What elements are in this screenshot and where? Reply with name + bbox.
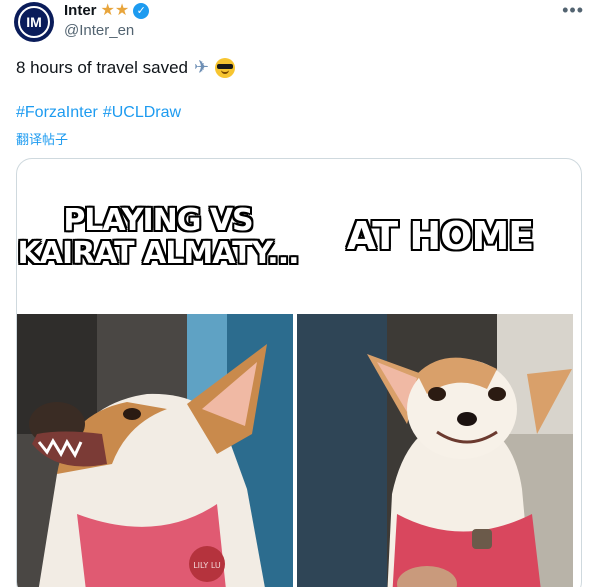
hashtags: #ForzaInter #UCLDraw xyxy=(16,104,181,122)
happy-chihuahua-image xyxy=(297,314,573,587)
avatar[interactable]: IM xyxy=(14,2,54,42)
display-name[interactable]: Inter xyxy=(64,2,97,19)
meme-caption-right: AT HOME xyxy=(299,159,581,314)
inter-logo-icon: IM xyxy=(18,6,50,38)
verified-badge-icon: ✓ xyxy=(133,2,150,19)
meme-caption-left: PLAYING VS KAIRAT ALMATY... xyxy=(17,159,299,314)
meme-caption-line: KAIRAT ALMATY... xyxy=(17,235,299,271)
sunglasses-emoji-icon xyxy=(215,57,236,78)
meme-caption-line: AT HOME xyxy=(346,214,534,258)
svg-text:IM: IM xyxy=(26,14,42,30)
hashtag-link[interactable]: #ForzaInter xyxy=(16,104,98,122)
media-card[interactable]: PLAYING VS KAIRAT ALMATY... AT HOME LILY… xyxy=(16,158,582,587)
airplane-emoji-icon: ✈ xyxy=(193,57,210,77)
pet-tag-text: LILY LU xyxy=(193,561,221,570)
star-badge-icon: ★★ xyxy=(100,1,130,19)
angry-chihuahua-image: LILY LU xyxy=(17,314,293,587)
name-row: Inter ★★ ✓ xyxy=(64,1,150,19)
tweet-body: 8 hours of travel saved ✈ xyxy=(16,57,236,78)
hashtag-link[interactable]: #UCLDraw xyxy=(103,104,181,122)
more-options-icon[interactable]: ••• xyxy=(562,0,584,21)
username-handle[interactable]: @Inter_en xyxy=(64,22,134,39)
tweet-header: IM Inter ★★ ✓ @Inter_en ••• xyxy=(14,0,584,44)
tweet-text: 8 hours of travel saved xyxy=(16,57,188,77)
translate-post-link[interactable]: 翻译帖子 xyxy=(16,129,68,148)
meme-caption-line: PLAYING VS xyxy=(63,202,253,238)
